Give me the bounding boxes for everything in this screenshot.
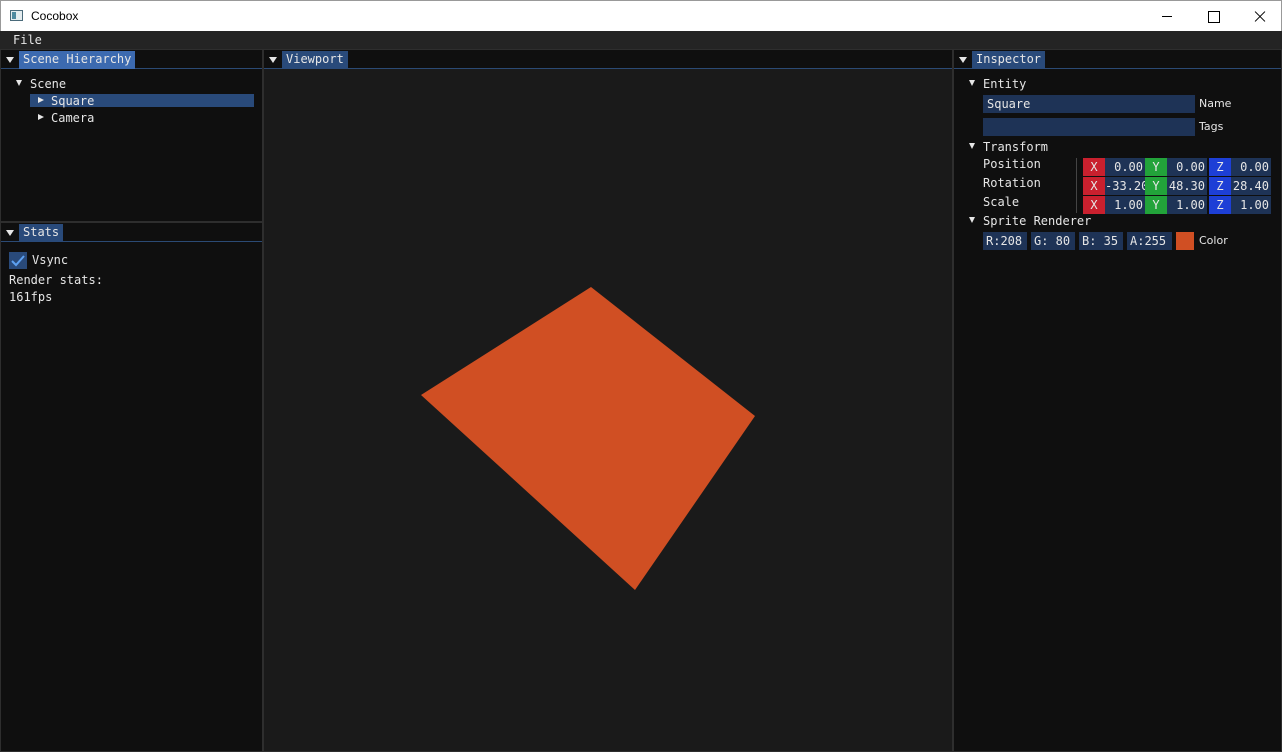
- entity-header[interactable]: Entity: [983, 77, 1026, 91]
- close-button[interactable]: [1236, 1, 1282, 31]
- rotation-x-field[interactable]: -33.20: [1105, 177, 1148, 195]
- tab-stats[interactable]: Stats: [19, 224, 64, 242]
- color-r-value: R:208: [986, 234, 1023, 248]
- tab-viewport[interactable]: Viewport: [282, 51, 348, 69]
- section-expanded-icon[interactable]: [969, 80, 975, 86]
- rotation-z-field[interactable]: 28.40: [1231, 177, 1271, 195]
- viewport-canvas[interactable]: [264, 69, 954, 752]
- name-label: Name: [1199, 97, 1232, 110]
- position-x-field[interactable]: 0.00: [1105, 158, 1145, 176]
- scale-label: Scale: [983, 195, 1020, 209]
- collapse-arrow-icon[interactable]: [265, 51, 281, 68]
- position-label: Position: [983, 157, 1041, 171]
- square-sprite[interactable]: [421, 287, 755, 590]
- section-expanded-icon[interactable]: [969, 217, 975, 223]
- color-label: Color: [1199, 234, 1228, 247]
- position-y-reset[interactable]: Y: [1145, 158, 1167, 176]
- scene-hierarchy-panel: Scene Hierarchy: [0, 49, 263, 222]
- tree-collapsed-icon[interactable]: [38, 97, 44, 103]
- name-input[interactable]: Square: [983, 95, 1195, 113]
- position-x-reset[interactable]: X: [1083, 158, 1105, 176]
- menubar: File: [0, 31, 1282, 49]
- scale-z-field[interactable]: 1.00: [1231, 196, 1271, 214]
- collapse-arrow-icon[interactable]: [2, 224, 18, 241]
- tab-scene-hierarchy[interactable]: Scene Hierarchy: [19, 51, 136, 69]
- scale-z-reset[interactable]: Z: [1209, 196, 1231, 214]
- tree-expanded-icon[interactable]: [16, 80, 22, 86]
- maximize-button[interactable]: [1190, 1, 1236, 31]
- window-titlebar: Cocobox: [0, 0, 1282, 31]
- column-divider: [1076, 158, 1077, 213]
- window-title: Cocobox: [31, 9, 79, 23]
- color-a-value: A:255: [1130, 234, 1167, 248]
- scale-y-field[interactable]: 1.00: [1167, 196, 1207, 214]
- name-input-value: Square: [987, 97, 1031, 111]
- minimize-button[interactable]: [1144, 1, 1190, 31]
- color-g-value: G: 80: [1034, 234, 1071, 248]
- rotation-y-reset[interactable]: Y: [1145, 177, 1167, 195]
- position-z-field[interactable]: 0.00: [1231, 158, 1271, 176]
- fps-value: 161fps: [9, 290, 53, 304]
- collapse-arrow-icon[interactable]: [955, 51, 971, 68]
- tree-item-scene[interactable]: Scene: [30, 77, 66, 91]
- panel-header: Stats: [1, 223, 262, 242]
- color-a-field[interactable]: A:255: [1127, 232, 1172, 250]
- vsync-checkbox[interactable]: [9, 252, 27, 269]
- section-expanded-icon[interactable]: [969, 143, 975, 149]
- panel-header: Viewport: [264, 50, 952, 69]
- render-stats-label: Render stats:: [9, 273, 103, 287]
- tree-item-camera[interactable]: Camera: [51, 111, 94, 125]
- rotation-y-field[interactable]: 48.30: [1167, 177, 1207, 195]
- tab-inspector[interactable]: Inspector: [972, 51, 1046, 69]
- color-swatch[interactable]: [1176, 232, 1194, 250]
- viewport-panel[interactable]: Viewport: [263, 49, 953, 752]
- rotation-label: Rotation: [983, 176, 1041, 190]
- checkmark-icon: [11, 255, 25, 267]
- collapse-arrow-icon[interactable]: [2, 51, 18, 68]
- panel-header: Scene Hierarchy: [1, 50, 262, 69]
- inspector-panel: Inspector: [953, 49, 1282, 752]
- app-icon: [10, 10, 23, 21]
- menu-file[interactable]: File: [13, 33, 42, 47]
- sprite-renderer-header[interactable]: Sprite Renderer: [983, 214, 1091, 228]
- tree-collapsed-icon[interactable]: [38, 114, 44, 120]
- color-g-field[interactable]: G: 80: [1031, 232, 1075, 250]
- tags-label: Tags: [1199, 120, 1224, 133]
- rotation-x-reset[interactable]: X: [1083, 177, 1105, 195]
- scale-y-reset[interactable]: Y: [1145, 196, 1167, 214]
- vsync-label: Vsync: [32, 253, 69, 267]
- tree-item-square[interactable]: Square: [51, 94, 94, 108]
- transform-header[interactable]: Transform: [983, 140, 1048, 154]
- position-y-field[interactable]: 0.00: [1167, 158, 1207, 176]
- rotation-z-reset[interactable]: Z: [1209, 177, 1231, 195]
- scale-x-reset[interactable]: X: [1083, 196, 1105, 214]
- tags-input[interactable]: [983, 118, 1195, 136]
- panel-header: Inspector: [954, 50, 1281, 69]
- color-b-value: B: 35: [1082, 234, 1119, 248]
- scale-x-field[interactable]: 1.00: [1105, 196, 1145, 214]
- position-z-reset[interactable]: Z: [1209, 158, 1231, 176]
- color-r-field[interactable]: R:208: [983, 232, 1027, 250]
- color-b-field[interactable]: B: 35: [1079, 232, 1123, 250]
